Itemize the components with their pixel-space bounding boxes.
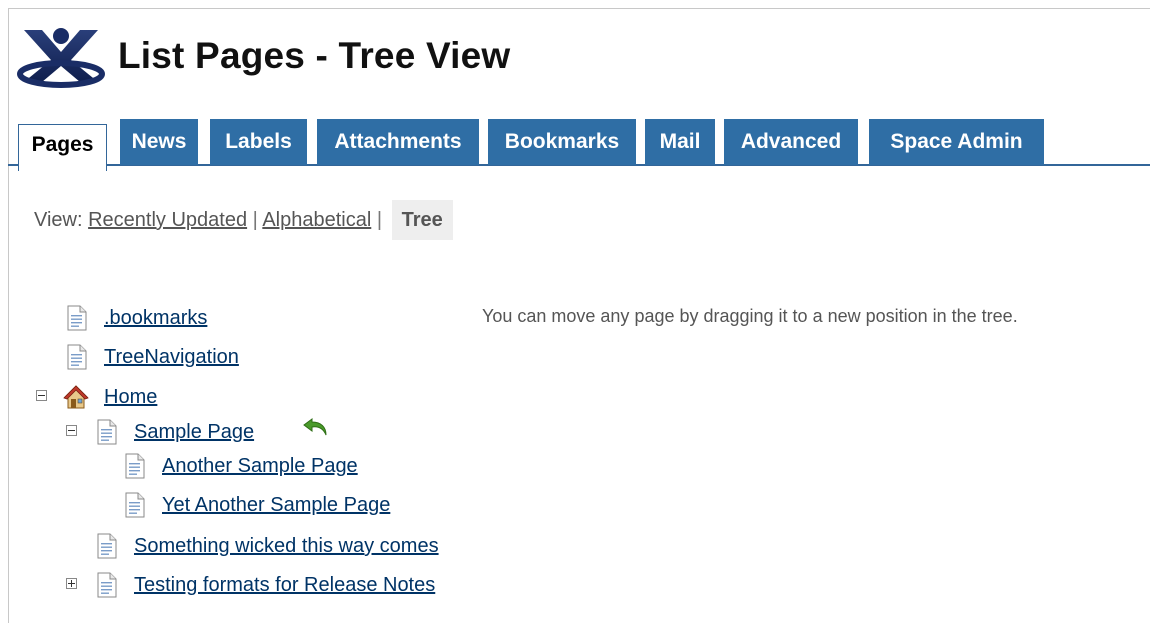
tab-bookmarks[interactable]: Bookmarks [488,119,636,165]
tree-link-something-wicked[interactable]: Something wicked this way comes [134,532,439,560]
tree-item: Something wicked this way comes [0,532,520,560]
tree-item: Another Sample Page [0,452,400,480]
document-icon [97,572,117,598]
document-icon [97,533,117,559]
tree-link-treenavigation[interactable]: TreeNavigation [104,343,239,371]
tab-pages[interactable]: Pages [18,124,107,171]
tree-item: Home [0,383,400,411]
page-title: List Pages - Tree View [118,35,511,76]
tree-item: TreeNavigation [0,343,400,371]
document-icon [125,492,145,518]
tab-news[interactable]: News [120,119,198,165]
tree-link-testing-formats[interactable]: Testing formats for Release Notes [134,571,435,599]
confluence-logo-icon [17,28,105,88]
tree-item: Testing formats for Release Notes [0,571,520,599]
expand-toggle-icon[interactable] [66,578,77,589]
collapse-toggle-icon[interactable] [66,425,77,436]
view-prefix: View: [34,209,83,231]
collapse-toggle-icon[interactable] [36,390,47,401]
undo-icon[interactable] [302,416,330,438]
tab-attachments[interactable]: Attachments [317,119,479,165]
view-recently-updated-link[interactable]: Recently Updated [88,209,247,231]
tab-labels[interactable]: Labels [210,119,307,165]
document-icon [67,344,87,370]
document-icon [97,419,117,445]
tree-item: .bookmarks [0,304,400,332]
tree-link-yet-another-sample-page[interactable]: Yet Another Sample Page [162,491,390,519]
drag-hint-text: You can move any page by dragging it to … [482,306,1018,326]
tree-link-another-sample-page[interactable]: Another Sample Page [162,452,358,480]
view-alphabetical-link[interactable]: Alphabetical [262,209,371,231]
view-separator: | [376,209,383,231]
document-icon [67,305,87,331]
tab-mail[interactable]: Mail [645,119,715,165]
home-icon [63,385,89,409]
tab-bar: Pages News Labels Attachments Bookmarks … [18,119,1150,171]
tab-space-admin[interactable]: Space Admin [869,119,1044,165]
tree-link-bookmarks[interactable]: .bookmarks [104,304,207,332]
view-tree-current: Tree [391,200,453,240]
view-separator: | [252,209,258,231]
view-selector: View: Recently Updated | Alphabetical | … [34,200,453,240]
tree-item: Sample Page [0,418,400,446]
tree-item: Yet Another Sample Page [0,491,460,519]
document-icon [125,453,145,479]
tab-advanced[interactable]: Advanced [724,119,858,165]
tree-link-sample-page[interactable]: Sample Page [134,418,254,446]
tree-link-home[interactable]: Home [104,383,157,411]
